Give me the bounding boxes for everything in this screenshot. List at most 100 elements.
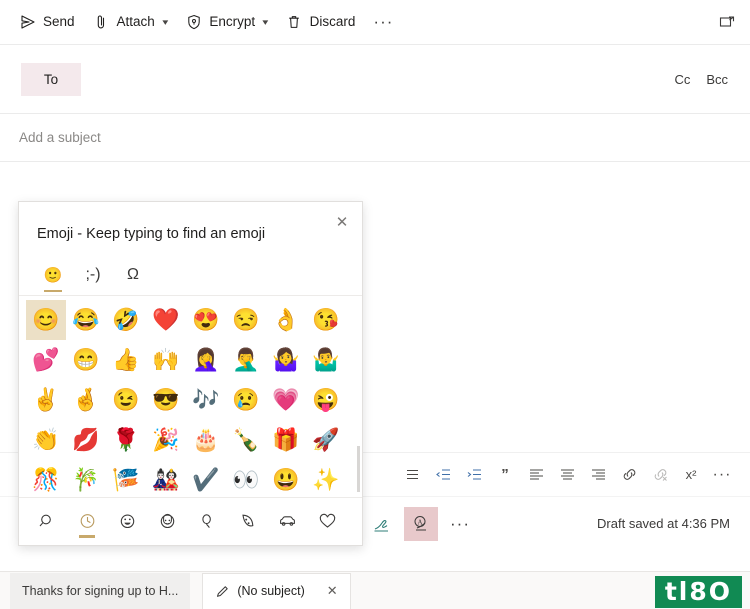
emoji-cell-woman-facepalming[interactable]: 🤦‍♀️ xyxy=(186,340,226,380)
remove-link-icon[interactable] xyxy=(646,461,674,489)
emoji-cell-two-hearts[interactable]: 💕 xyxy=(26,340,66,380)
emoji-cell-smiling-face-with-heart-eyes[interactable]: 😍 xyxy=(186,300,226,340)
pizza-icon[interactable] xyxy=(227,503,267,541)
emoji-cell-check-mark[interactable]: ✔️ xyxy=(186,460,226,497)
emoji-tab[interactable]: 🙂 xyxy=(33,258,73,292)
emoji-cell-unamused-face[interactable]: 😒 xyxy=(226,300,266,340)
emoji-cell-sparkles[interactable]: ✨ xyxy=(306,460,346,497)
bcc-button[interactable]: Bcc xyxy=(706,72,728,87)
send-icon xyxy=(19,14,36,31)
emoji-cell-wrapped-gift[interactable]: 🎁 xyxy=(266,420,306,460)
emoji-cell-raising-hands[interactable]: 🙌 xyxy=(146,340,186,380)
emoji-cell-party-popper[interactable]: 🎉 xyxy=(146,420,186,460)
formatting-options-icon[interactable]: A xyxy=(404,506,438,541)
paperclip-icon xyxy=(93,14,110,31)
emoji-cell-face-with-tears-of-joy[interactable]: 😂 xyxy=(66,300,106,340)
emoji-cell-tanabata-tree[interactable]: 🎋 xyxy=(66,460,106,497)
increase-indent-icon[interactable] xyxy=(460,461,488,489)
symbol-tab[interactable]: Ω xyxy=(113,258,153,292)
align-left-icon[interactable] xyxy=(522,461,550,489)
superscript-glyph: x² xyxy=(685,467,697,482)
outlook-compose-window: Send Attach ▾ Encrypt ▾ Discard ··· To C… xyxy=(0,0,750,609)
scrollbar-thumb[interactable] xyxy=(357,446,360,492)
emoji-cell-growing-heart[interactable]: 💗 xyxy=(266,380,306,420)
more-commands-button[interactable]: ··· xyxy=(364,6,402,38)
more-formatting-icon[interactable]: ··· xyxy=(708,461,736,489)
insert-link-icon[interactable] xyxy=(615,461,643,489)
emoji-cell-victory-hand[interactable]: ✌️ xyxy=(26,380,66,420)
emoji-cell-clapping-hands[interactable]: 👏 xyxy=(26,420,66,460)
taskbar-tab-inactive[interactable]: Thanks for signing up to H... xyxy=(10,572,191,609)
emoji-cell-birthday-cake[interactable]: 🎂 xyxy=(186,420,226,460)
attach-label: Attach xyxy=(116,14,155,30)
bullet-list-icon[interactable] xyxy=(398,461,426,489)
pop-out-icon[interactable] xyxy=(716,11,738,33)
emoji-cell-thumbs-up[interactable]: 👍 xyxy=(106,340,146,380)
cc-button[interactable]: Cc xyxy=(674,72,690,87)
clock-icon[interactable] xyxy=(67,503,107,541)
emoji-cell-ok-hand[interactable]: 👌 xyxy=(266,300,306,340)
emoji-category-bar xyxy=(19,498,362,545)
emoji-grid-wrapper: 😊 😂 🤣 ❤️ 😍 😒 👌 😘 💕 😁 👍 🙌 🤦‍♀️ 🤦‍♂️ 🤷‍♀️ 🤷‍♂️ ✌️ 🤞 😉 😎 🎶 😢 💗 😜 👏 💋… xyxy=(19,295,362,498)
emoji-cell-eyes[interactable]: 👀 xyxy=(226,460,266,497)
search-icon[interactable] xyxy=(27,503,67,541)
person-icon[interactable] xyxy=(147,503,187,541)
align-center-icon[interactable] xyxy=(553,461,581,489)
emoji-cell-beaming-face-with-smiling-eyes[interactable]: 😁 xyxy=(66,340,106,380)
close-icon[interactable]: ✕ xyxy=(328,208,356,236)
emoji-cell-carp-streamer[interactable]: 🎏 xyxy=(106,460,146,497)
emoji-picker-title: Emoji - Keep typing to find an emoji xyxy=(37,226,266,242)
balloon-icon[interactable] xyxy=(187,503,227,541)
emoji-cell-bottle-with-popping-cork[interactable]: 🍾 xyxy=(226,420,266,460)
emoji-cell-winking-face[interactable]: 😉 xyxy=(106,380,146,420)
taskbar-tab-label: (No subject) xyxy=(237,584,305,598)
emoji-cell-rocket[interactable]: 🚀 xyxy=(306,420,346,460)
pencil-icon xyxy=(215,584,230,599)
discard-label: Discard xyxy=(309,14,356,30)
discard-button[interactable]: Discard xyxy=(277,6,365,38)
emoji-cell-kiss-mark[interactable]: 💋 xyxy=(66,420,106,460)
quote-icon[interactable]: ” xyxy=(491,461,519,489)
taskbar-tab-active[interactable]: (No subject) ✕ xyxy=(202,572,351,609)
draft-status: Draft saved at 4:36 PM xyxy=(597,516,730,531)
heart-icon[interactable] xyxy=(307,503,347,541)
encrypt-button[interactable]: Encrypt ▾ xyxy=(176,6,276,38)
emoji-cell-smiling-face-with-sunglasses[interactable]: 😎 xyxy=(146,380,186,420)
emoji-cell-winking-face-with-tongue[interactable]: 😜 xyxy=(306,380,346,420)
attach-button[interactable]: Attach ▾ xyxy=(84,6,177,38)
emoji-cell-pine-decoration[interactable]: 🎎 xyxy=(146,460,186,497)
emoji-cell-crying-face[interactable]: 😢 xyxy=(226,380,266,420)
shield-lock-icon xyxy=(185,14,202,31)
emoji-cell-musical-notes[interactable]: 🎶 xyxy=(186,380,226,420)
emoticon-tab[interactable]: ;-) xyxy=(73,258,113,292)
subject-input[interactable] xyxy=(19,123,619,152)
emoji-cell-crossed-fingers[interactable]: 🤞 xyxy=(66,380,106,420)
emoji-cell-rose[interactable]: 🌹 xyxy=(106,420,146,460)
emoji-cell-man-facepalming[interactable]: 🤦‍♂️ xyxy=(226,340,266,380)
more-actions-icon[interactable]: ··· xyxy=(444,508,476,540)
superscript-icon[interactable]: x² xyxy=(677,461,705,489)
emoji-cell-face-blowing-a-kiss[interactable]: 😘 xyxy=(306,300,346,340)
emoji-cell-red-heart[interactable]: ❤️ xyxy=(146,300,186,340)
emoji-cell-woman-shrugging[interactable]: 🤷‍♀️ xyxy=(266,340,306,380)
emoji-cell-grinning-face-with-big-eyes[interactable]: 😃 xyxy=(266,460,306,497)
to-button[interactable]: To xyxy=(21,63,81,96)
car-icon[interactable] xyxy=(267,503,307,541)
emoji-cell-man-shrugging[interactable]: 🤷‍♂️ xyxy=(306,340,346,380)
emoji-cell-rolling-on-the-floor-laughing[interactable]: 🤣 xyxy=(106,300,146,340)
trash-icon xyxy=(286,14,303,31)
align-right-icon[interactable] xyxy=(584,461,612,489)
emoji-cell-smiling-face-with-smiling-eyes[interactable]: 😊 xyxy=(26,300,66,340)
subject-row xyxy=(0,114,750,162)
to-label: To xyxy=(43,72,59,87)
chevron-down-icon: ▾ xyxy=(162,16,169,27)
decrease-indent-icon[interactable] xyxy=(429,461,457,489)
emoji-picker-panel: ✕ Emoji - Keep typing to find an emoji 🙂… xyxy=(18,201,363,546)
close-icon[interactable]: ✕ xyxy=(327,583,338,599)
signature-icon[interactable] xyxy=(366,508,398,540)
to-input[interactable] xyxy=(81,63,675,96)
smiley-icon[interactable] xyxy=(107,503,147,541)
emoji-cell-confetti-ball[interactable]: 🎊 xyxy=(26,460,66,497)
draft-taskbar: Thanks for signing up to H... (No subjec… xyxy=(0,571,750,609)
send-button[interactable]: Send xyxy=(10,6,84,38)
